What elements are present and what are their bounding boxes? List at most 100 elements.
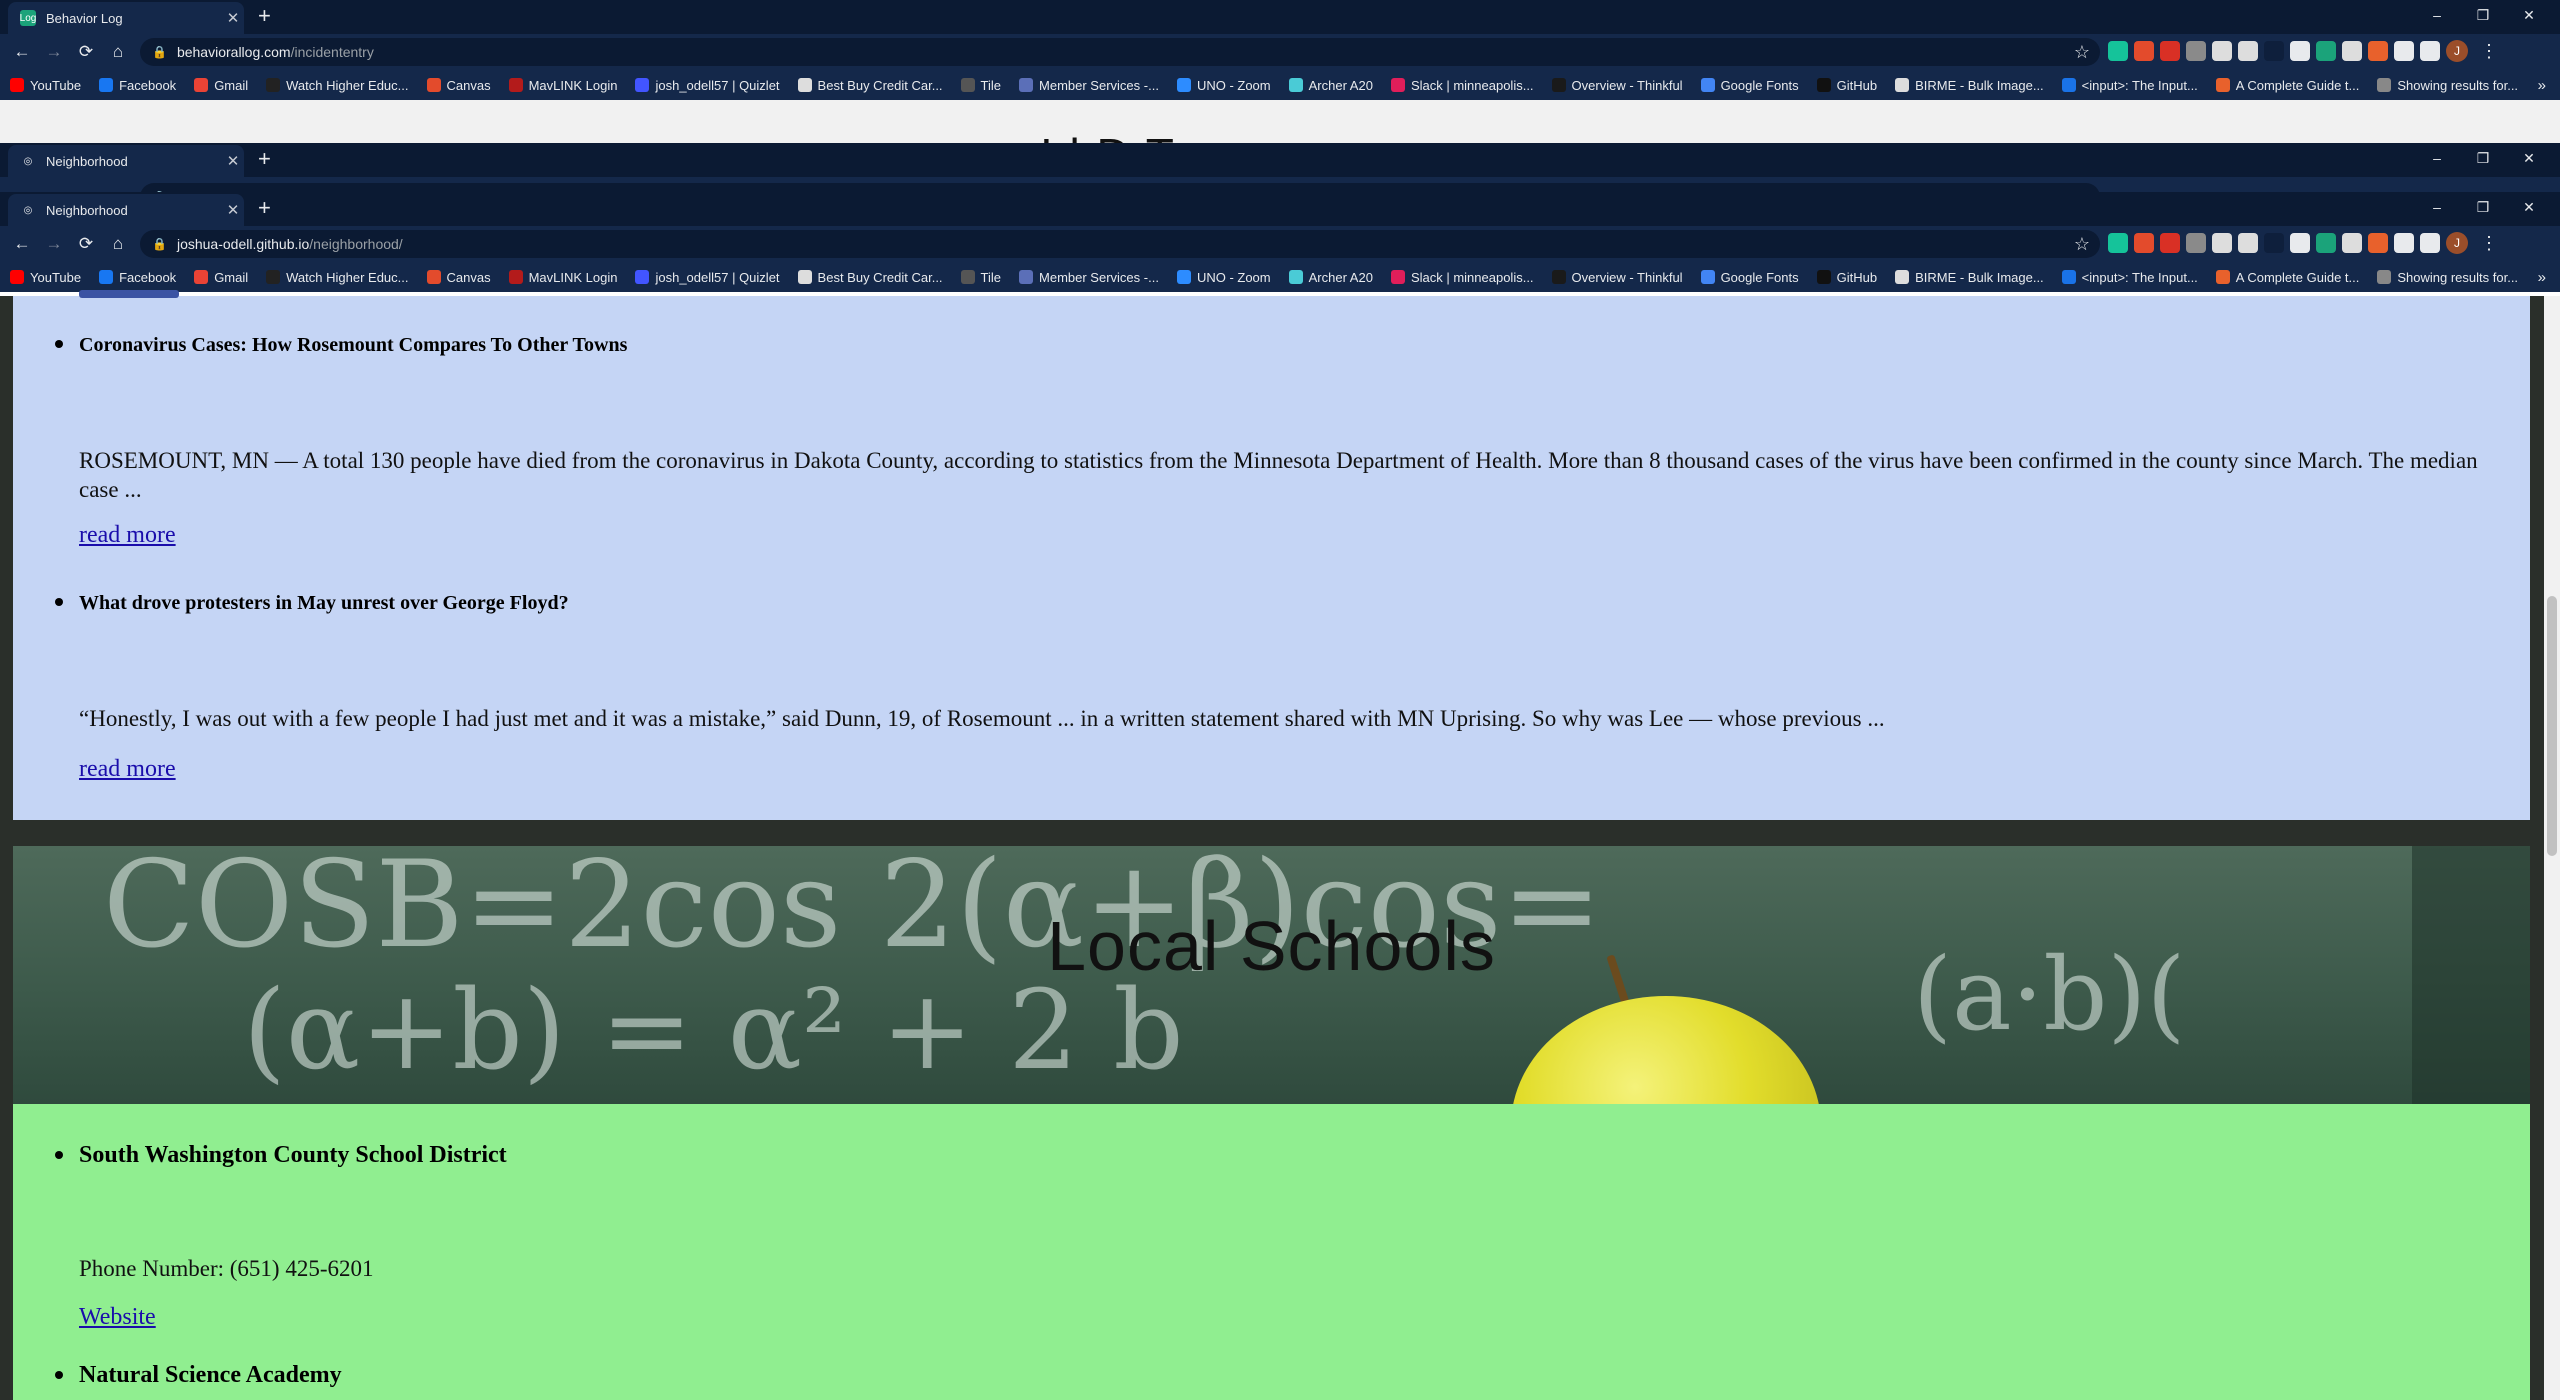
restore-button[interactable]: ❐: [2460, 192, 2506, 222]
extension-icon[interactable]: [2420, 233, 2440, 253]
new-tab-button[interactable]: +: [258, 146, 271, 172]
extension-icon[interactable]: [2342, 233, 2362, 253]
extension-icon[interactable]: [2160, 233, 2180, 253]
bookmark-item[interactable]: Member Services -...: [1019, 78, 1159, 93]
back-arrow-icon[interactable]: ←: [6, 228, 38, 260]
restore-button[interactable]: ❐: [2460, 143, 2506, 173]
bookmark-item[interactable]: Watch Higher Educ...: [266, 78, 409, 93]
profile-avatar[interactable]: J: [2446, 40, 2468, 62]
read-more-link[interactable]: read more: [79, 756, 176, 783]
bookmark-item[interactable]: Overview - Thinkful: [1551, 78, 1683, 93]
bookmark-item[interactable]: Facebook: [99, 78, 176, 93]
extension-icon[interactable]: [2342, 41, 2362, 61]
extension-icon[interactable]: [2290, 41, 2310, 61]
minimize-button[interactable]: –: [2414, 0, 2460, 30]
bookmark-item[interactable]: Archer A20: [1288, 270, 1373, 285]
tab-close-icon[interactable]: ✕: [222, 152, 244, 170]
bookmark-item[interactable]: Tile: [960, 270, 1001, 285]
bookmark-item[interactable]: Showing results for...: [2377, 78, 2518, 93]
tab-neighborhood[interactable]: ◎ Neighborhood ✕: [8, 145, 244, 177]
bookmark-item[interactable]: Gmail: [194, 78, 248, 93]
bookmark-item[interactable]: josh_odell57 | Quizlet: [635, 270, 780, 285]
home-icon[interactable]: ⌂: [102, 36, 134, 68]
extension-icon[interactable]: [2264, 233, 2284, 253]
extension-icon[interactable]: [2108, 41, 2128, 61]
scrollbar-thumb[interactable]: [2547, 596, 2557, 856]
bookmark-item[interactable]: Facebook: [99, 270, 176, 285]
bookmark-item[interactable]: Slack | minneapolis...: [1390, 78, 1534, 93]
bookmark-item[interactable]: Member Services -...: [1019, 270, 1159, 285]
bookmark-item[interactable]: Slack | minneapolis...: [1390, 270, 1534, 285]
extension-icon[interactable]: [2212, 41, 2232, 61]
back-arrow-icon[interactable]: ←: [6, 36, 38, 68]
bookmark-item[interactable]: Canvas: [426, 78, 491, 93]
new-tab-button[interactable]: +: [258, 3, 271, 29]
tab-neighborhood[interactable]: ◎ Neighborhood ✕: [8, 194, 244, 226]
extension-icon[interactable]: [2238, 41, 2258, 61]
close-window-button[interactable]: ✕: [2506, 143, 2552, 173]
extension-icon[interactable]: [2238, 233, 2258, 253]
more-bookmarks-icon[interactable]: »: [2538, 269, 2546, 286]
new-tab-button[interactable]: +: [258, 195, 271, 221]
bookmark-item[interactable]: MavLINK Login: [508, 78, 617, 93]
extension-icon[interactable]: [2160, 41, 2180, 61]
bookmark-item[interactable]: BIRME - Bulk Image...: [1895, 270, 2044, 285]
extension-icon[interactable]: [2368, 41, 2388, 61]
extension-icon[interactable]: [2134, 233, 2154, 253]
bookmark-item[interactable]: Watch Higher Educ...: [266, 270, 409, 285]
bookmark-item[interactable]: MavLINK Login: [508, 270, 617, 285]
bookmark-item[interactable]: Best Buy Credit Car...: [797, 78, 943, 93]
tab-behavior-log[interactable]: Log Behavior Log ✕: [8, 2, 244, 34]
extension-icon[interactable]: [2420, 41, 2440, 61]
bookmark-item[interactable]: A Complete Guide t...: [2215, 270, 2359, 285]
bookmark-item[interactable]: UNO - Zoom: [1176, 78, 1271, 93]
menu-kebab-icon[interactable]: ⋮: [2480, 41, 2498, 62]
minimize-button[interactable]: –: [2414, 143, 2460, 173]
bookmark-item[interactable]: Best Buy Credit Car...: [797, 270, 943, 285]
extension-icon[interactable]: [2316, 233, 2336, 253]
restore-button[interactable]: ❐: [2460, 0, 2506, 30]
minimize-button[interactable]: –: [2414, 192, 2460, 222]
bookmark-item[interactable]: YouTube: [10, 270, 81, 285]
bookmark-item[interactable]: YouTube: [10, 78, 81, 93]
menu-kebab-icon[interactable]: ⋮: [2480, 233, 2498, 254]
close-window-button[interactable]: ✕: [2506, 192, 2552, 222]
extension-icon[interactable]: [2290, 233, 2310, 253]
bookmark-item[interactable]: Canvas: [426, 270, 491, 285]
page-scrollbar[interactable]: [2544, 296, 2560, 1400]
address-bar[interactable]: 🔒 joshua-odell.github.io/neighborhood/ ☆: [140, 230, 2100, 258]
extension-icon[interactable]: [2394, 233, 2414, 253]
extension-icon[interactable]: [2368, 233, 2388, 253]
bookmark-star-icon[interactable]: ☆: [2074, 42, 2090, 63]
address-bar[interactable]: 🔒 behaviorallog.com/incidententry ☆: [140, 38, 2100, 66]
bookmark-item[interactable]: UNO - Zoom: [1176, 270, 1271, 285]
school-website-link[interactable]: Website: [79, 1304, 156, 1331]
bookmark-item[interactable]: BIRME - Bulk Image...: [1895, 78, 2044, 93]
extension-icon[interactable]: [2394, 41, 2414, 61]
bookmark-item[interactable]: Google Fonts: [1700, 270, 1799, 285]
bookmark-item[interactable]: Showing results for...: [2377, 270, 2518, 285]
extension-icon[interactable]: [2212, 233, 2232, 253]
bookmark-star-icon[interactable]: ☆: [2074, 234, 2090, 255]
bookmark-item[interactable]: Overview - Thinkful: [1551, 270, 1683, 285]
forward-arrow-icon[interactable]: →: [38, 36, 70, 68]
bookmark-item[interactable]: Google Fonts: [1700, 78, 1799, 93]
bookmark-item[interactable]: GitHub: [1816, 78, 1877, 93]
reload-icon[interactable]: ⟳: [70, 36, 102, 68]
extension-icon[interactable]: [2186, 41, 2206, 61]
tab-close-icon[interactable]: ✕: [222, 201, 244, 219]
bookmark-item[interactable]: Gmail: [194, 270, 248, 285]
bookmark-item[interactable]: josh_odell57 | Quizlet: [635, 78, 780, 93]
extension-icon[interactable]: [2134, 41, 2154, 61]
extension-icon[interactable]: [2316, 41, 2336, 61]
reload-icon[interactable]: ⟳: [70, 228, 102, 260]
extension-icon[interactable]: [2264, 41, 2284, 61]
home-icon[interactable]: ⌂: [102, 228, 134, 260]
bookmark-item[interactable]: <input>: The Input...: [2061, 78, 2198, 93]
bookmark-item[interactable]: Archer A20: [1288, 78, 1373, 93]
bookmark-item[interactable]: A Complete Guide t...: [2215, 78, 2359, 93]
profile-avatar[interactable]: J: [2446, 232, 2468, 254]
read-more-link[interactable]: read more: [79, 522, 176, 549]
bookmark-item[interactable]: <input>: The Input...: [2061, 270, 2198, 285]
close-window-button[interactable]: ✕: [2506, 0, 2552, 30]
